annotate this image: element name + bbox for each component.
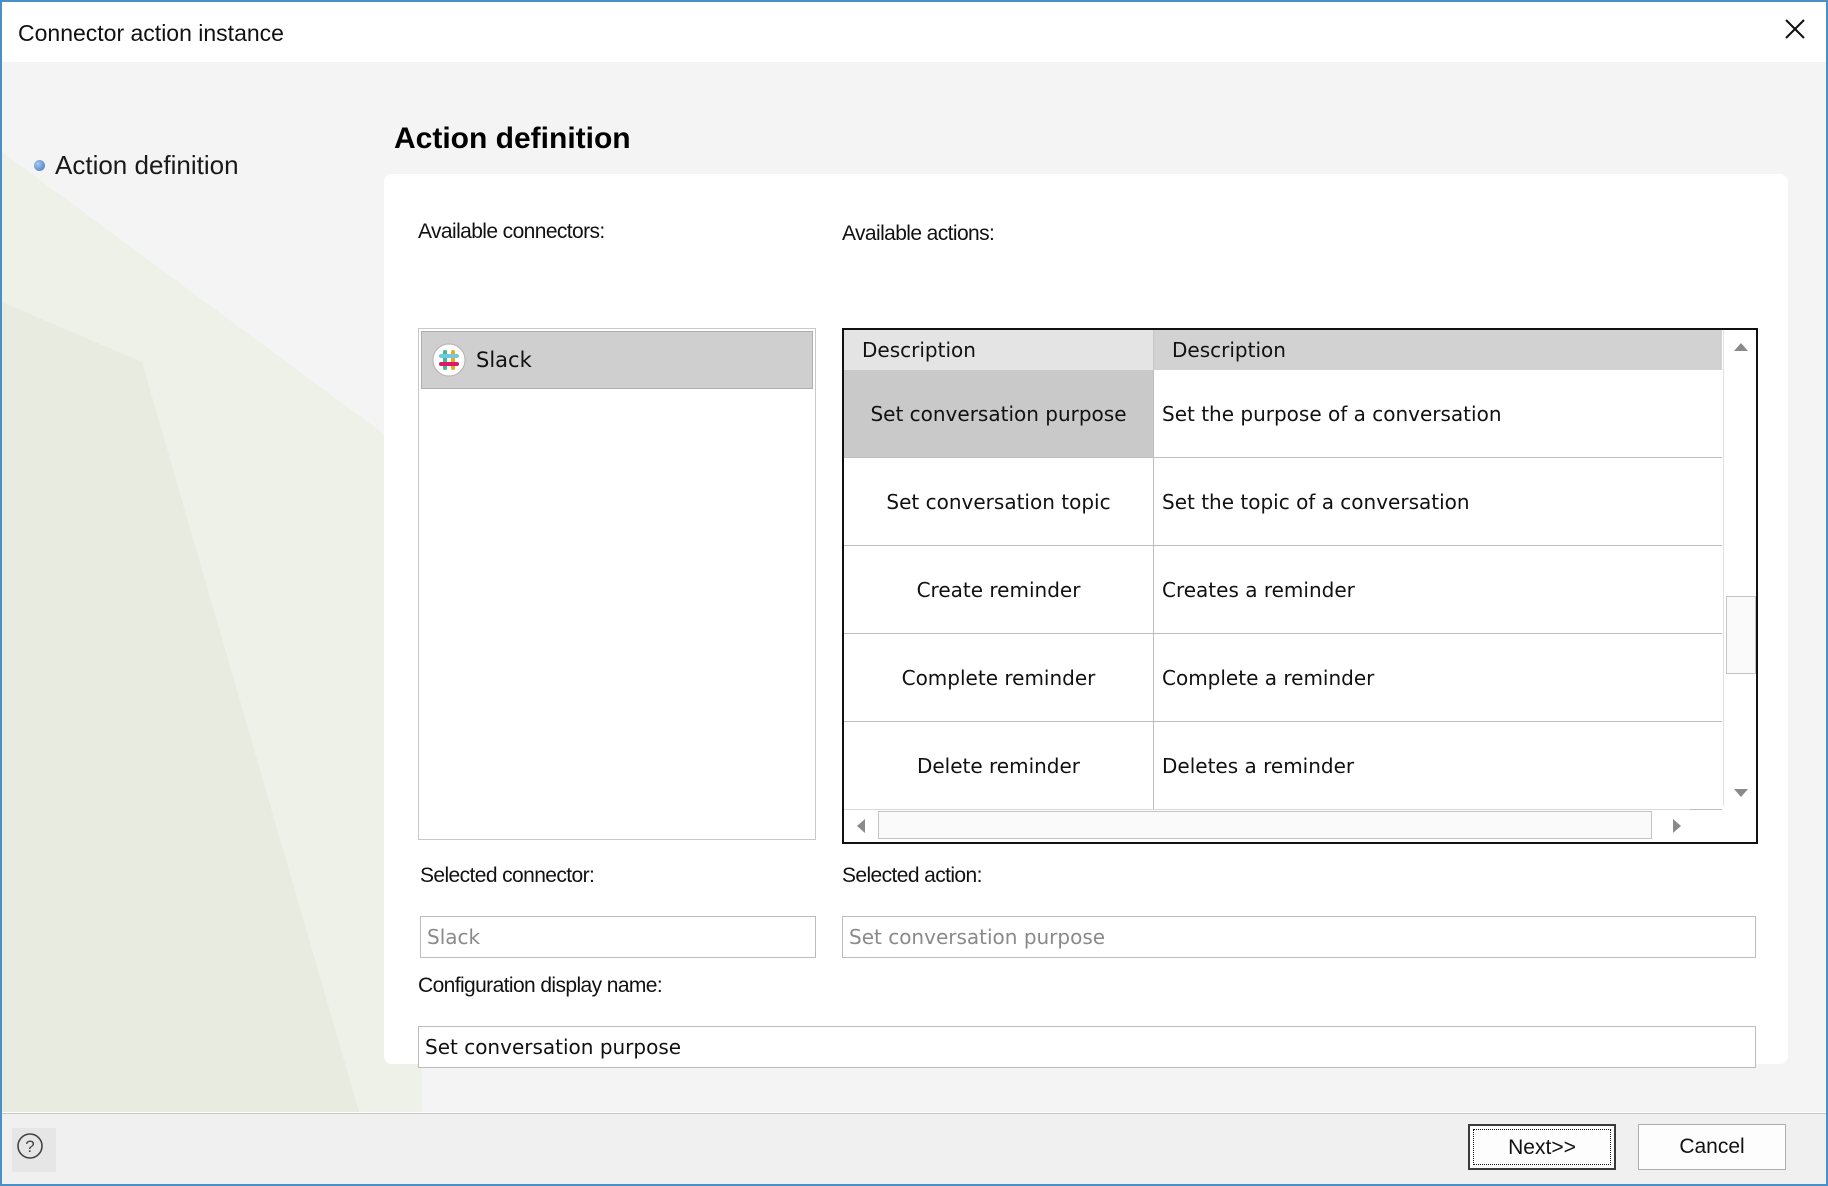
action-description-cell: Complete a reminder xyxy=(1154,634,1722,722)
sidebar-step-action-definition[interactable]: Action definition xyxy=(34,150,239,181)
window-title: Connector action instance xyxy=(18,20,284,46)
connectors-list[interactable]: Slack xyxy=(418,328,816,840)
content-panel: Available connectors: Available actions:… xyxy=(384,174,1788,1068)
sidebar-step-label: Action definition xyxy=(55,150,239,180)
horizontal-scroll-thumb[interactable] xyxy=(878,811,1652,839)
help-icon: ? xyxy=(17,1133,43,1159)
horizontal-scrollbar[interactable] xyxy=(844,809,1690,842)
selected-connector-field[interactable]: Slack xyxy=(420,916,816,958)
table-row[interactable]: Delete reminder Deletes a reminder xyxy=(844,722,1722,810)
next-button[interactable]: Next>> xyxy=(1468,1124,1616,1170)
title-bar: Connector action instance xyxy=(2,2,1826,62)
column-header-description[interactable]: Description xyxy=(1154,330,1722,370)
help-button[interactable]: ? xyxy=(12,1128,56,1172)
action-name-cell: Complete reminder xyxy=(844,634,1154,722)
available-actions-label: Available actions: xyxy=(842,222,995,245)
arrow-right-icon[interactable] xyxy=(1664,813,1690,839)
action-name-cell: Set conversation purpose xyxy=(844,370,1154,458)
arrow-down-icon[interactable] xyxy=(1728,780,1754,806)
cancel-button-label: Cancel xyxy=(1679,1135,1745,1158)
background-decoration xyxy=(2,152,422,1112)
page-title: Action definition xyxy=(394,122,631,155)
selected-action-field[interactable]: Set conversation purpose xyxy=(842,916,1756,958)
dialog-window: Connector action instance Action definit… xyxy=(0,0,1828,1186)
table-row[interactable]: Set conversation purpose Set the purpose… xyxy=(844,370,1722,458)
close-button[interactable] xyxy=(1772,8,1816,52)
table-row[interactable]: Set conversation topic Set the topic of … xyxy=(844,458,1722,546)
action-name-cell: Delete reminder xyxy=(844,722,1154,810)
action-name-cell: Create reminder xyxy=(844,546,1154,634)
config-display-name-label: Configuration display name: xyxy=(418,974,663,997)
available-connectors-label: Available connectors: xyxy=(418,220,605,243)
focus-rect xyxy=(1473,1129,1611,1165)
svg-text:?: ? xyxy=(25,1137,34,1156)
arrow-up-icon[interactable] xyxy=(1728,334,1754,360)
action-description-cell: Set the topic of a conversation xyxy=(1154,458,1722,546)
slack-logo-icon xyxy=(432,343,466,377)
config-display-name-input[interactable]: Set conversation purpose xyxy=(418,1026,1756,1068)
grid-header: Description Description xyxy=(844,330,1722,370)
vertical-scrollbar[interactable] xyxy=(1723,330,1756,806)
vertical-scroll-thumb[interactable] xyxy=(1726,596,1756,674)
selected-connector-label: Selected connector: xyxy=(420,864,595,887)
selected-action-label: Selected action: xyxy=(842,864,982,887)
table-row[interactable]: Create reminder Creates a reminder xyxy=(844,546,1722,634)
connector-item-slack[interactable]: Slack xyxy=(421,331,813,389)
bullet-icon xyxy=(34,160,45,171)
close-icon xyxy=(1785,19,1805,39)
table-row[interactable]: Complete reminder Complete a reminder xyxy=(844,634,1722,722)
dialog-content: Action definition Action definition Avai… xyxy=(2,62,1826,1112)
actions-grid[interactable]: Description Description Set conversation… xyxy=(842,328,1758,844)
action-description-cell: Deletes a reminder xyxy=(1154,722,1722,810)
column-header-name[interactable]: Description xyxy=(844,330,1154,370)
dialog-footer: ? Next>> Cancel xyxy=(2,1113,1826,1184)
action-description-cell: Creates a reminder xyxy=(1154,546,1722,634)
cancel-button[interactable]: Cancel xyxy=(1638,1124,1786,1170)
action-name-cell: Set conversation topic xyxy=(844,458,1154,546)
connector-label: Slack xyxy=(476,348,532,372)
arrow-left-icon[interactable] xyxy=(848,813,874,839)
action-description-cell: Set the purpose of a conversation xyxy=(1154,370,1722,458)
